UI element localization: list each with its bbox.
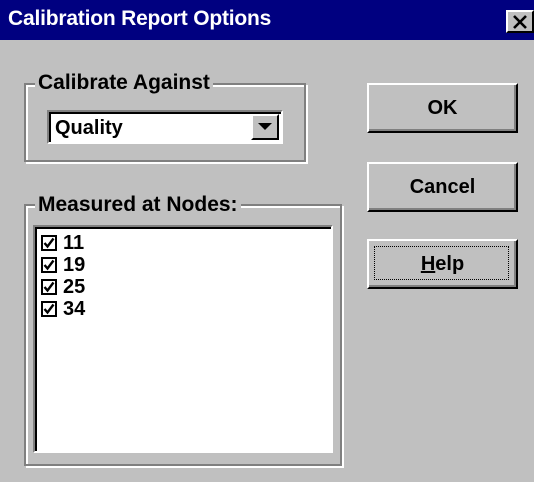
ok-button[interactable]: OK — [367, 83, 518, 133]
node-item-34[interactable]: 34 — [41, 298, 85, 319]
node-item-11[interactable]: 11 — [41, 232, 84, 253]
calibrate-against-select[interactable]: Quality — [47, 110, 283, 144]
node-label: 19 — [63, 253, 86, 276]
node-label: 34 — [63, 297, 86, 320]
calibrate-against-label: Calibrate Against — [35, 72, 213, 94]
cancel-button[interactable]: Cancel — [367, 162, 518, 212]
checkbox-checked-icon[interactable] — [41, 234, 57, 251]
nodes-list[interactable]: 11 19 25 34 — [33, 225, 333, 453]
title-bar: Calibration Report Options — [0, 0, 534, 40]
calibrate-against-value: Quality — [55, 117, 123, 139]
cancel-button-label: Cancel — [409, 175, 476, 198]
checkbox-checked-icon[interactable] — [41, 278, 57, 295]
checkbox-checked-icon[interactable] — [41, 300, 57, 317]
dropdown-button[interactable] — [251, 114, 279, 140]
chevron-down-icon — [258, 123, 272, 130]
node-label: 25 — [63, 275, 86, 298]
measured-at-nodes-label: Measured at Nodes: — [35, 194, 241, 216]
close-button[interactable] — [506, 10, 534, 33]
window-title: Calibration Report Options — [8, 7, 272, 30]
ok-button-label: OK — [427, 96, 458, 119]
checkbox-checked-icon[interactable] — [41, 256, 57, 273]
node-label: 11 — [63, 231, 85, 254]
help-button[interactable]: Help — [367, 239, 518, 289]
node-item-25[interactable]: 25 — [41, 276, 85, 297]
node-item-19[interactable]: 19 — [41, 254, 85, 275]
close-x-icon — [513, 14, 527, 29]
focus-rectangle — [374, 246, 509, 280]
